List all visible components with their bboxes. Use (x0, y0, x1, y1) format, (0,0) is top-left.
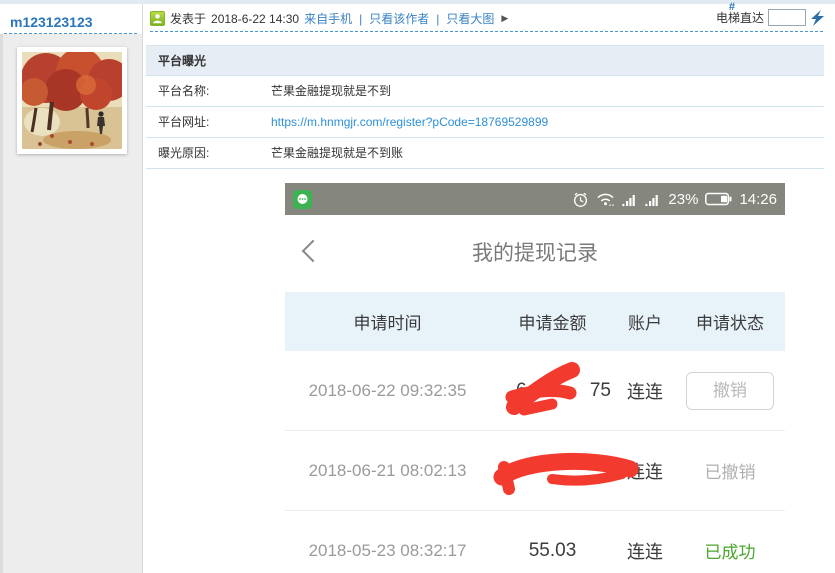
separator: | (359, 11, 363, 26)
separator: | (436, 11, 440, 26)
chat-app-icon (293, 189, 312, 209)
from-mobile-link[interactable]: 来自手机 (304, 10, 352, 27)
jump-rocket-icon[interactable] (810, 9, 825, 26)
signal-icon-2 (645, 194, 659, 206)
amount-fragment: 6 (516, 379, 527, 401)
battery-percent: 23% (668, 190, 699, 208)
post-header: 发表于 2018-6-22 14:30 来自手机 | 只看该作者 | 只看大图 … (144, 1, 835, 32)
platform-exposure-table: 平台曝光 平台名称: 芒果金融提现就是不到 平台网址: https://m.hn… (146, 45, 824, 169)
withdraw-time: 2018-06-22 09:32:35 (308, 380, 467, 400)
withdraw-row: 2018-06-21 08:02:13 连连 已撤销 (285, 431, 785, 511)
sidebar-body (0, 34, 142, 573)
view-author-link[interactable]: 只看该作者 (369, 10, 429, 27)
view-large-image-link[interactable]: 只看大图 (446, 10, 494, 27)
phone-nav-bar: 我的提现记录 (285, 215, 785, 292)
expand-arrow-icon[interactable]: ▶ (501, 13, 508, 24)
exposure-table-title: 平台曝光 (146, 46, 824, 76)
signal-icon-1 (622, 194, 636, 206)
forum-post-page: m123123123 发表于 2018-6-22 14:30 来自手机 | 只看… (0, 0, 835, 573)
phone-status-bar: 23% 14:26 (285, 183, 785, 215)
status-cancelled: 已撤销 (704, 463, 756, 482)
withdraw-account: 连连 (627, 381, 663, 402)
status-bar-time: 14:26 (739, 190, 777, 208)
status-success: 已成功 (704, 543, 756, 562)
withdraw-account: 连连 (627, 541, 663, 562)
header-apply-time: 申请时间 (353, 314, 422, 333)
header-apply-status: 申请状态 (696, 314, 764, 333)
elevator-jump-label: 电梯直达 (715, 11, 764, 25)
withdraw-row: 2018-06-22 09:32:35 6 75 连连 撤销 (285, 351, 785, 431)
header-apply-amount: 申请金额 (518, 314, 587, 333)
battery-icon (705, 192, 732, 206)
withdraw-account: 连连 (627, 461, 663, 482)
author-sidebar: m123123123 (0, 4, 143, 573)
exposure-reason-value: 芒果金融提现就是不到账 (271, 146, 404, 160)
platform-name-label: 平台名称: (158, 84, 210, 98)
withdraw-time: 2018-06-21 08:02:13 (308, 460, 467, 480)
phone-page-title: 我的提现记录 (472, 242, 598, 265)
post-main: 发表于 2018-6-22 14:30 来自手机 | 只看该作者 | 只看大图 … (144, 1, 835, 573)
autumn-avatar-image (22, 52, 122, 149)
platform-url-link[interactable]: https://m.hnmgjr.com/register?pCode=1876… (271, 107, 548, 137)
wifi-icon (597, 193, 615, 206)
table-row: 平台名称: 芒果金融提现就是不到 (146, 76, 824, 107)
posted-prefix: 发表于 (170, 12, 207, 26)
amount-fragment: 75 (589, 379, 611, 401)
withdraw-row: 2018-05-23 08:32:17 55.03 连连 已成功 (285, 511, 785, 573)
jump-page-input[interactable] (768, 9, 806, 26)
avatar[interactable] (17, 47, 127, 154)
phone-screenshot[interactable]: 23% 14:26 我的提现记录 申请时间 申请金额 账户 申请状态 2018-… (285, 183, 785, 573)
platform-url-label: 平台网址: (158, 115, 210, 129)
alarm-icon (574, 192, 588, 207)
posted-time: 2018-6-22 14:30 (211, 11, 300, 26)
table-row: 曝光原因: 芒果金融提现就是不到账 (146, 138, 824, 169)
table-row: 平台网址: https://m.hnmgjr.com/register?pCod… (146, 107, 824, 138)
red-scribble-redaction (505, 361, 580, 415)
header-account: 账户 (628, 314, 662, 333)
author-username[interactable]: m123123123 (0, 4, 142, 30)
withdraw-time: 2018-05-23 08:32:17 (308, 540, 467, 560)
cancel-withdraw-button[interactable]: 撤销 (686, 371, 774, 410)
withdraw-table-header: 申请时间 申请金额 账户 申请状态 (285, 292, 785, 351)
withdraw-amount: 55.03 (528, 539, 577, 561)
author-post-icon (150, 11, 165, 26)
platform-name-value: 芒果金融提现就是不到 (271, 84, 392, 98)
exposure-reason-label: 曝光原因: (158, 146, 210, 160)
post-header-divider (150, 31, 823, 32)
